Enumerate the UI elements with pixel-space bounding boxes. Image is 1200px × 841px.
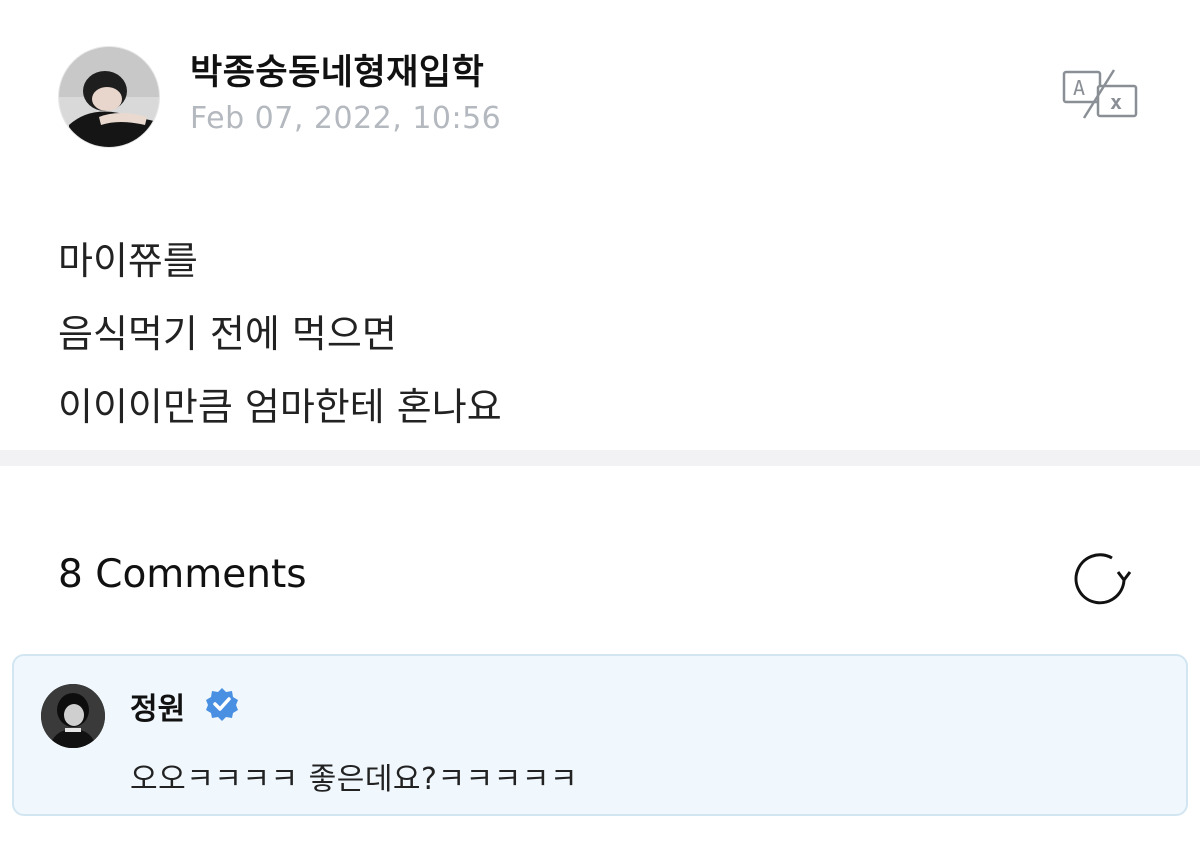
post-line: 음식먹기 전에 먹으면	[58, 312, 397, 356]
svg-text:A: A	[1073, 76, 1085, 100]
svg-text:x: x	[1110, 90, 1122, 114]
section-divider	[0, 450, 1200, 466]
post-line: 이이이만큼 엄마한테 혼나요	[58, 385, 502, 429]
verified-badge-icon	[204, 686, 240, 722]
post-body: 마이쮸를 음식먹기 전에 먹으면 이이이만큼 엄마한테 혼나요	[58, 225, 1138, 444]
refresh-comments-button[interactable]	[1072, 552, 1132, 608]
translate-icon: A x	[1062, 69, 1138, 119]
refresh-icon	[1074, 553, 1132, 605]
author-avatar[interactable]	[58, 46, 160, 148]
comment-text: 오오ㅋㅋㅋㅋ 좋은데요?ㅋㅋㅋㅋㅋ	[130, 762, 578, 797]
highlighted-comment[interactable]: 정원 오오ㅋㅋㅋㅋ 좋은데요?ㅋㅋㅋㅋㅋ	[12, 654, 1188, 816]
user-photo-avatar-icon	[59, 47, 159, 147]
commenter-name[interactable]: 정원	[130, 684, 185, 728]
author-name[interactable]: 박종숭동네형재입학	[190, 44, 484, 95]
post-detail-page: 박종숭동네형재입학 Feb 07, 2022, 10:56 A x 마이쮸를 음…	[0, 0, 1200, 841]
translate-button[interactable]: A x	[1062, 68, 1140, 120]
post-timestamp: Feb 07, 2022, 10:56	[190, 101, 502, 136]
user-photo-avatar-icon	[41, 684, 105, 748]
commenter-avatar[interactable]	[41, 684, 105, 748]
post-line: 마이쮸를	[58, 239, 198, 283]
comments-count-header: 8 Comments	[58, 552, 307, 597]
